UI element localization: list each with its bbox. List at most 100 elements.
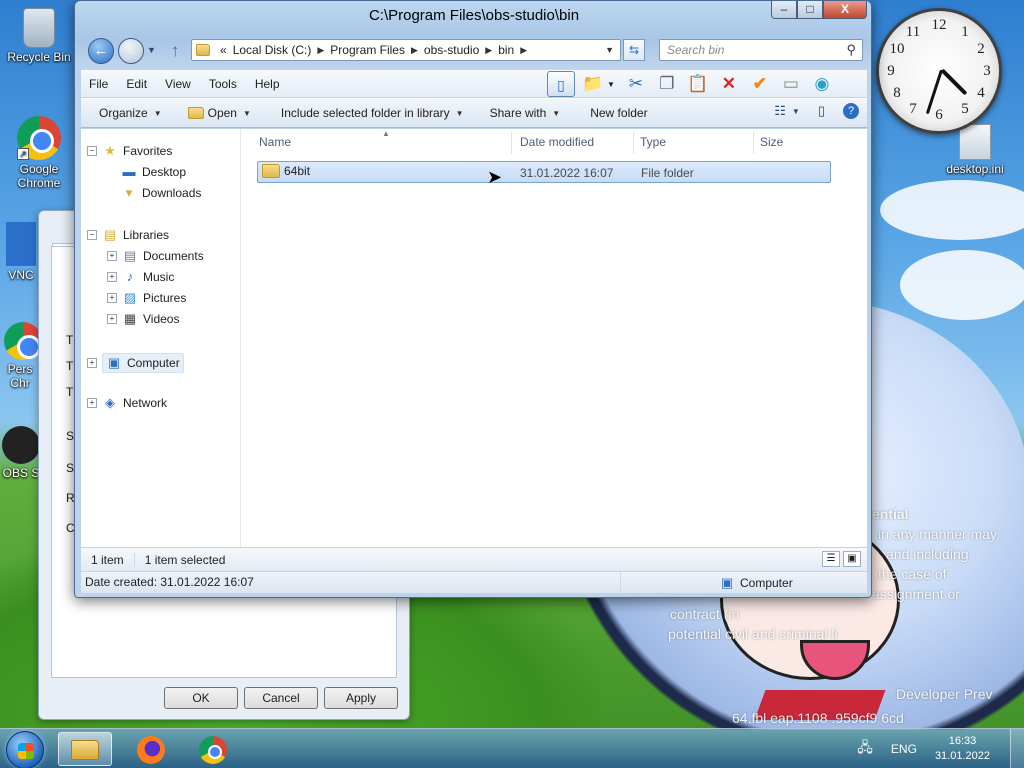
- expand-icon[interactable]: +: [107, 293, 117, 303]
- column-header-name[interactable]: Name: [259, 135, 291, 149]
- recent-pages-dropdown[interactable]: ▼: [147, 45, 156, 55]
- open-button[interactable]: Open ▼: [180, 106, 259, 120]
- apply-button[interactable]: Apply: [324, 687, 398, 709]
- breadcrumb-local-disk[interactable]: Local Disk (C:) ▶: [233, 43, 331, 57]
- help-icon[interactable]: ?: [843, 103, 859, 119]
- collapse-icon[interactable]: −: [87, 146, 97, 156]
- cancel-button[interactable]: Cancel: [244, 687, 318, 709]
- expand-icon[interactable]: +: [107, 272, 117, 282]
- vnc-icon: [6, 222, 36, 266]
- change-view-icon[interactable]: ☷: [774, 103, 786, 119]
- chevron-down-icon[interactable]: ▼: [792, 107, 800, 116]
- chevron-right-icon[interactable]: ▶: [485, 45, 492, 56]
- explorer-window[interactable]: C:\Program Files\obs-studio\bin – □ X ← …: [74, 0, 872, 598]
- nav-downloads[interactable]: ▾ Downloads: [121, 185, 202, 201]
- drive-icon[interactable]: ▭: [778, 71, 804, 97]
- nav-documents[interactable]: + ▤ Documents: [107, 248, 204, 264]
- folder-icon: [262, 164, 280, 178]
- nav-pictures[interactable]: + ▨ Pictures: [107, 290, 186, 306]
- nav-videos[interactable]: + ▦ Videos: [107, 311, 179, 327]
- chevron-right-icon[interactable]: ▶: [317, 45, 324, 56]
- forward-button[interactable]: →: [118, 38, 144, 64]
- desktop-icon-label: Recycle Bin: [7, 50, 71, 64]
- column-divider[interactable]: [511, 132, 512, 154]
- nav-desktop[interactable]: ▬ Desktop: [121, 164, 187, 180]
- column-header-type[interactable]: Type: [640, 135, 666, 149]
- folder-dropdown-icon[interactable]: ▼: [607, 80, 615, 89]
- menu-tools[interactable]: Tools: [201, 77, 245, 91]
- details-view-icon[interactable]: ☰: [822, 551, 840, 567]
- minimize-button[interactable]: –: [771, 1, 797, 19]
- nav-music[interactable]: + ♪ Music: [107, 269, 174, 285]
- menu-edit[interactable]: Edit: [118, 77, 155, 91]
- include-in-library-button[interactable]: Include selected folder in library ▼: [273, 106, 472, 120]
- column-header-size[interactable]: Size: [760, 135, 783, 149]
- column-divider[interactable]: [633, 132, 634, 154]
- file-list[interactable]: ▲ Name Date modified Type Size 64bit 31.…: [243, 129, 867, 547]
- chevron-right-icon[interactable]: ▶: [520, 45, 527, 56]
- back-button[interactable]: ←: [88, 38, 114, 64]
- command-bar-right: ☷ ▼ ▯ ?: [762, 103, 859, 119]
- breadcrumb-label: Local Disk (C:): [232, 43, 312, 57]
- nav-label: Music: [143, 270, 175, 284]
- column-header-date-modified[interactable]: Date modified: [520, 135, 594, 149]
- status-view-buttons: ☰ ▣: [819, 551, 861, 567]
- address-dropdown-icon[interactable]: ▼: [605, 45, 614, 55]
- folder-properties-icon[interactable]: 📁: [580, 71, 606, 97]
- menu-file[interactable]: File: [81, 77, 116, 91]
- clock-gadget[interactable]: 12 1 2 3 4 5 6 7 8 9 10 11: [876, 8, 1002, 134]
- taskbar-clock[interactable]: 16:33 31.01.2022: [935, 734, 990, 764]
- taskbar-chrome[interactable]: [186, 732, 240, 766]
- desktop-icon-label: Google Chrome: [17, 162, 61, 190]
- breadcrumb-program-files[interactable]: Program Files ▶: [330, 43, 424, 57]
- desktop-icon-google-chrome[interactable]: ↗ Google Chrome: [4, 116, 74, 190]
- undo-icon[interactable]: ✔: [747, 71, 773, 97]
- up-folder-icon[interactable]: ↑: [171, 41, 180, 61]
- nav-computer[interactable]: + ▣ Computer: [87, 353, 184, 373]
- paste-icon[interactable]: 📋: [685, 71, 711, 97]
- copy-icon[interactable]: ❐: [654, 71, 680, 97]
- search-input[interactable]: Search bin ⚲: [659, 39, 863, 61]
- obs-icon: [2, 426, 40, 464]
- breadcrumb-bin[interactable]: bin ▶: [498, 43, 533, 57]
- address-overflow[interactable]: «: [220, 43, 227, 57]
- desktop-icon-recycle-bin[interactable]: Recycle Bin: [4, 8, 74, 64]
- language-indicator[interactable]: ENG: [891, 742, 917, 756]
- expand-icon[interactable]: +: [107, 314, 117, 324]
- organize-button[interactable]: Organize ▼: [91, 106, 170, 120]
- refresh-button[interactable]: ⇆: [623, 39, 645, 61]
- collapse-icon[interactable]: −: [87, 230, 97, 240]
- network-status-icon[interactable]: 🖧: [857, 737, 873, 761]
- start-button[interactable]: [6, 731, 44, 768]
- cut-icon[interactable]: ✂: [623, 71, 649, 97]
- preview-pane-icon[interactable]: ▯: [818, 103, 825, 119]
- chevron-right-icon[interactable]: ▶: [411, 45, 418, 56]
- nav-network[interactable]: + ◈ Network: [87, 395, 167, 411]
- organize-label: Organize: [99, 106, 148, 120]
- expand-icon[interactable]: +: [87, 398, 97, 408]
- close-button[interactable]: X: [823, 1, 867, 19]
- menu-help[interactable]: Help: [247, 77, 288, 91]
- breadcrumb-obs-studio[interactable]: obs-studio ▶: [424, 43, 498, 57]
- address-bar[interactable]: « Local Disk (C:) ▶ Program Files ▶ obs-st…: [191, 39, 621, 61]
- search-icon[interactable]: ⚲: [846, 42, 856, 58]
- table-row[interactable]: 64bit 31.01.2022 16:07 File folder: [257, 161, 831, 183]
- new-folder-button[interactable]: New folder: [582, 106, 655, 120]
- expand-icon[interactable]: +: [87, 358, 97, 368]
- share-with-button[interactable]: Share with ▼: [482, 106, 569, 120]
- taskbar-explorer[interactable]: [58, 732, 112, 766]
- large-icons-view-icon[interactable]: ▣: [843, 551, 861, 567]
- view-icon[interactable]: ▯: [547, 71, 575, 97]
- ok-button[interactable]: OK: [164, 687, 238, 709]
- column-divider[interactable]: [753, 132, 754, 154]
- menu-view[interactable]: View: [157, 77, 199, 91]
- delete-icon[interactable]: ✕: [716, 71, 742, 97]
- maximize-button[interactable]: □: [797, 1, 823, 19]
- nav-favorites[interactable]: − ★ Favorites: [87, 143, 172, 159]
- globe-icon[interactable]: ◉: [809, 71, 835, 97]
- clock-number: 3: [983, 63, 991, 79]
- expand-icon[interactable]: +: [107, 251, 117, 261]
- taskbar-firefox[interactable]: [124, 732, 178, 766]
- nav-libraries[interactable]: − ▤ Libraries: [87, 227, 169, 243]
- show-desktop-button[interactable]: [1010, 729, 1024, 768]
